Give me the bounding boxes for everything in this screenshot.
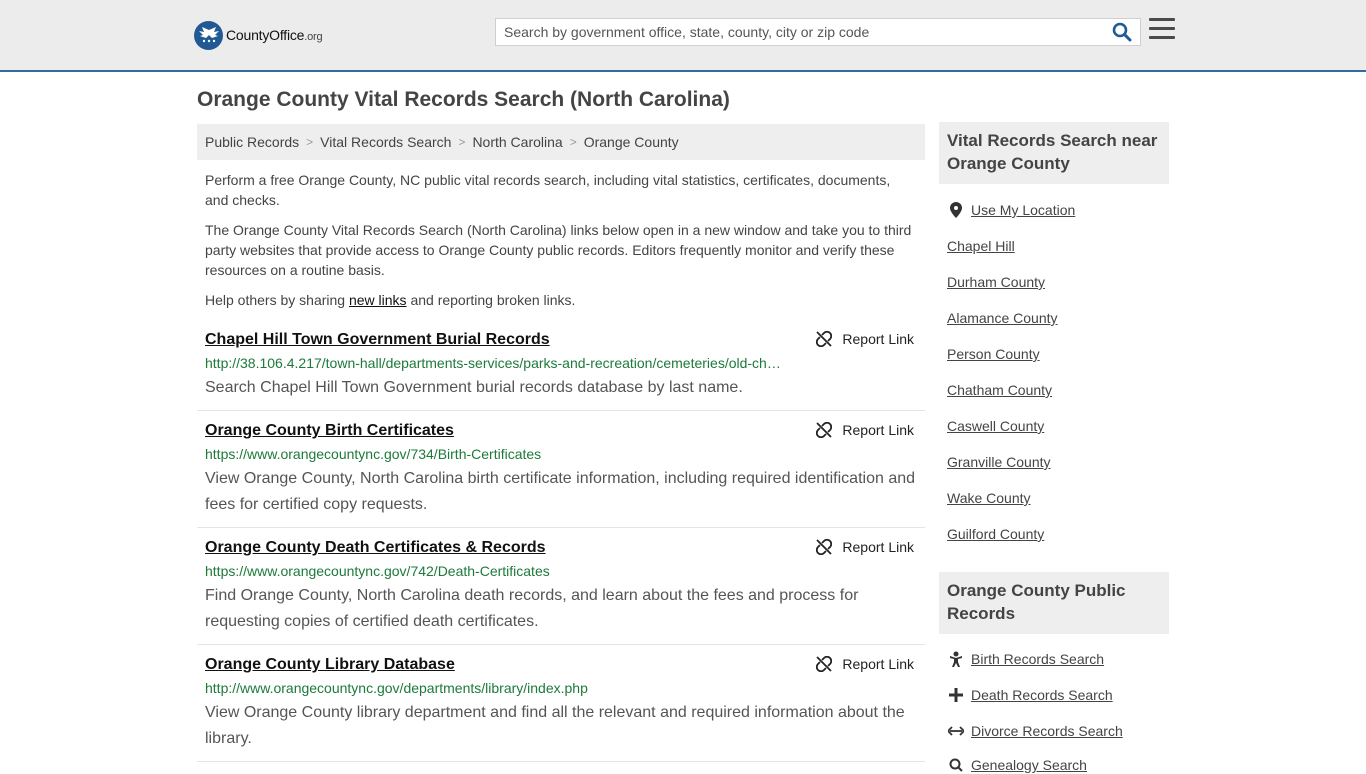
result-item: Orange County Library Database Report Li… xyxy=(197,656,925,762)
result-item: Orange County Birth Certificates Report … xyxy=(197,422,925,528)
arrows-icon xyxy=(947,722,965,740)
new-links-link[interactable]: new links xyxy=(349,292,407,308)
broken-link-icon xyxy=(816,331,833,347)
chevron-right-icon: > xyxy=(458,135,466,149)
cross-icon xyxy=(947,686,965,704)
map-pin-icon xyxy=(947,201,965,219)
sidebar-item-chatham-county[interactable]: Chatham County xyxy=(947,382,1052,398)
birth-records-search-link[interactable]: Birth Records Search xyxy=(971,651,1104,667)
result-item: Chapel Hill Town Government Burial Recor… xyxy=(197,331,925,411)
report-link-button[interactable]: Report Link xyxy=(816,422,914,438)
report-link-button[interactable]: Report Link xyxy=(816,539,914,555)
result-url: https://www.orangecountync.gov/742/Death… xyxy=(205,563,550,579)
result-title-link[interactable]: Chapel Hill Town Government Burial Recor… xyxy=(205,331,550,349)
death-records-search-link[interactable]: Death Records Search xyxy=(971,687,1113,703)
chevron-right-icon: > xyxy=(569,135,577,149)
report-link-button[interactable]: Report Link xyxy=(816,331,914,347)
divorce-records-search-link[interactable]: Divorce Records Search xyxy=(971,723,1123,739)
page-title: Orange County Vital Records Search (Nort… xyxy=(197,88,730,111)
hamburger-menu-icon[interactable] xyxy=(1149,18,1175,42)
search-bar xyxy=(495,18,1141,46)
logo-text: CountyOffice.org xyxy=(226,27,323,43)
eagle-seal-icon xyxy=(194,20,223,50)
sidebar-item-caswell-county[interactable]: Caswell County xyxy=(947,418,1044,434)
result-title-link[interactable]: Orange County Birth Certificates xyxy=(205,422,454,440)
sidebar-item-wake-county[interactable]: Wake County xyxy=(947,490,1031,506)
result-url: https://www.orangecountync.gov/734/Birth… xyxy=(205,446,542,462)
breadcrumb-public-records[interactable]: Public Records xyxy=(205,134,299,150)
breadcrumb-vital-records-search[interactable]: Vital Records Search xyxy=(320,134,451,150)
search-icon[interactable] xyxy=(1112,22,1134,44)
chevron-right-icon: > xyxy=(306,135,314,149)
search-icon xyxy=(947,756,965,774)
sidebar-item-granville-county[interactable]: Granville County xyxy=(947,454,1051,470)
genealogy-search-link[interactable]: Genealogy Search xyxy=(971,757,1087,773)
result-description: View Orange County, North Carolina birth… xyxy=(205,470,916,513)
sidebar-public-records-heading: Orange County Public Records xyxy=(939,572,1169,634)
search-input[interactable] xyxy=(496,19,1096,45)
intro-paragraph: Perform a free Orange County, NC public … xyxy=(205,172,891,208)
share-paragraph: Help others by sharing new links and rep… xyxy=(205,292,576,308)
result-url: http://www.orangecountync.gov/department… xyxy=(205,680,588,696)
sidebar-item-guilford-county[interactable]: Guilford County xyxy=(947,526,1044,542)
sidebar-nearby-heading: Vital Records Search near Orange County xyxy=(939,122,1169,184)
result-description: Search Chapel Hill Town Government buria… xyxy=(205,379,743,396)
broken-link-icon xyxy=(816,539,833,555)
result-title-link[interactable]: Orange County Library Database xyxy=(205,656,455,674)
site-logo[interactable]: CountyOffice.org xyxy=(194,20,323,50)
result-url: http://38.106.4.217/town-hall/department… xyxy=(205,355,781,371)
sidebar-item-chapel-hill[interactable]: Chapel Hill xyxy=(947,238,1015,254)
disclaimer-paragraph: The Orange County Vital Records Search (… xyxy=(205,222,912,278)
baby-icon xyxy=(947,650,965,668)
result-item: Orange County Death Certificates & Recor… xyxy=(197,539,925,645)
sidebar-item-alamance-county[interactable]: Alamance County xyxy=(947,310,1058,326)
result-description: Find Orange County, North Carolina death… xyxy=(205,587,859,630)
breadcrumb-north-carolina[interactable]: North Carolina xyxy=(472,134,562,150)
result-title-link[interactable]: Orange County Death Certificates & Recor… xyxy=(205,539,546,557)
broken-link-icon xyxy=(816,656,833,672)
breadcrumb: Public Records > Vital Records Search > … xyxy=(197,124,925,160)
broken-link-icon xyxy=(816,422,833,438)
breadcrumb-orange-county[interactable]: Orange County xyxy=(584,134,679,150)
site-header: CountyOffice.org xyxy=(0,0,1366,72)
sidebar-item-person-county[interactable]: Person County xyxy=(947,346,1040,362)
result-description: View Orange County library department an… xyxy=(205,704,905,747)
report-link-button[interactable]: Report Link xyxy=(816,656,914,672)
use-my-location-link[interactable]: Use My Location xyxy=(971,202,1075,218)
sidebar-item-durham-county[interactable]: Durham County xyxy=(947,274,1045,290)
